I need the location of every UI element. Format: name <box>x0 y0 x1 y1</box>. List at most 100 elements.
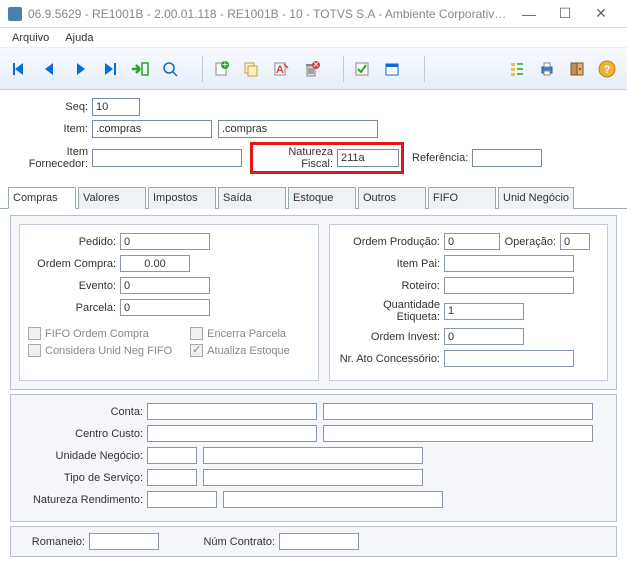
left-column: Pedido: Ordem Compra: Evento: Parcela: F… <box>19 224 319 381</box>
chk-fifo-ordem[interactable]: FIFO Ordem Compra <box>28 327 172 340</box>
tipo-serv-label: Tipo de Serviço: <box>19 472 147 484</box>
window-title: 06.9.5629 - RE1001B - 2.00.01.118 - RE10… <box>28 7 511 21</box>
panel-compras: Pedido: Ordem Compra: Evento: Parcela: F… <box>10 215 617 390</box>
nat-rend-input[interactable] <box>147 491 217 508</box>
ccusto-input[interactable] <box>147 425 317 442</box>
chk-considera-unid[interactable]: Considera Unid Neg FIFO <box>28 344 172 357</box>
tab-unid-negocio[interactable]: Unid Negócio <box>498 187 574 209</box>
checkbox-icon <box>28 344 41 357</box>
help-button[interactable]: ? <box>593 54 621 84</box>
roteiro-label: Roteiro: <box>338 280 444 292</box>
svg-text:?: ? <box>604 64 611 76</box>
item-fornec-input[interactable] <box>92 149 242 167</box>
first-button[interactable] <box>6 54 34 84</box>
ordem-compra-input[interactable] <box>120 255 190 272</box>
conta-label: Conta: <box>19 406 147 418</box>
panel-accounts: Conta: Centro Custo: Unidade Negócio: Ti… <box>10 394 617 522</box>
nat-fiscal-highlight: Natureza Fiscal: <box>250 142 404 174</box>
delete-button[interactable]: × <box>297 54 325 84</box>
exit-button[interactable] <box>563 54 591 84</box>
conta-input[interactable] <box>147 403 317 420</box>
go-button[interactable] <box>126 54 154 84</box>
unid-neg-input[interactable] <box>147 447 197 464</box>
nat-rend-label: Natureza Rendimento: <box>19 494 147 506</box>
conta-desc-input[interactable] <box>323 403 593 420</box>
chk-encerra-parcela[interactable]: Encerra Parcela <box>190 327 290 340</box>
parcela-input[interactable] <box>120 299 210 316</box>
ccusto-desc-input[interactable] <box>323 425 593 442</box>
menu-ajuda[interactable]: Ajuda <box>57 30 101 46</box>
menu-arquivo[interactable]: Arquivo <box>4 30 57 46</box>
tree-button[interactable] <box>503 54 531 84</box>
qtd-etiq-label: Quantidade Etiqueta: <box>338 299 444 323</box>
toolbar: + A × ? <box>0 48 627 90</box>
nat-rend-desc-input[interactable] <box>223 491 443 508</box>
pedido-input[interactable] <box>120 233 210 250</box>
edit-button[interactable]: A <box>267 54 295 84</box>
panel-footer: Romaneio: Núm Contrato: <box>10 526 617 557</box>
item-pai-input[interactable] <box>444 255 574 272</box>
roteiro-input[interactable] <box>444 277 574 294</box>
menubar: Arquivo Ajuda <box>0 28 627 48</box>
tipo-serv-input[interactable] <box>147 469 197 486</box>
confirm-button[interactable] <box>348 54 376 84</box>
unid-neg-desc-input[interactable] <box>203 447 423 464</box>
ordem-invest-input[interactable] <box>444 328 524 345</box>
svg-text:×: × <box>313 60 319 71</box>
tab-saida[interactable]: Saída <box>218 187 286 209</box>
ccusto-label: Centro Custo: <box>19 428 147 440</box>
item-fornec-label: Item Fornecedor: <box>10 146 92 170</box>
nr-ato-input[interactable] <box>444 350 574 367</box>
tab-impostos[interactable]: Impostos <box>148 187 216 209</box>
search-button[interactable] <box>156 54 184 84</box>
nr-ato-label: Nr. Ato Concessório: <box>338 353 444 365</box>
item-pai-label: Item Pai: <box>338 258 444 270</box>
num-contrato-label: Núm Contrato: <box>199 536 279 548</box>
ordem-prod-input[interactable] <box>444 233 500 250</box>
chk-atualiza-estoque[interactable]: Atualiza Estoque <box>190 344 290 357</box>
ordem-compra-label: Ordem Compra: <box>28 258 120 270</box>
app-icon <box>8 7 22 21</box>
item-desc-input[interactable] <box>218 120 378 138</box>
nat-fiscal-input[interactable] <box>337 149 399 167</box>
form-header: Seq: Item: Item Fornecedor: Natureza Fis… <box>0 90 627 184</box>
tabstrip: Compras Valores Impostos Saída Estoque O… <box>0 186 627 209</box>
operacao-label: Operação: <box>500 236 560 248</box>
evento-label: Evento: <box>28 280 120 292</box>
titlebar: 06.9.5629 - RE1001B - 2.00.01.118 - RE10… <box>0 0 627 28</box>
svg-text:+: + <box>222 60 228 71</box>
romaneio-input[interactable] <box>89 533 159 550</box>
maximize-button[interactable]: ☐ <box>547 2 583 26</box>
tipo-serv-desc-input[interactable] <box>203 469 423 486</box>
tab-outros[interactable]: Outros <box>358 187 426 209</box>
last-button[interactable] <box>96 54 124 84</box>
qtd-etiq-input[interactable] <box>444 303 524 320</box>
ordem-prod-label: Ordem Produção: <box>338 236 444 248</box>
new-button[interactable]: + <box>207 54 235 84</box>
num-contrato-input[interactable] <box>279 533 359 550</box>
close-button[interactable]: ✕ <box>583 2 619 26</box>
evento-input[interactable] <box>120 277 210 294</box>
prev-button[interactable] <box>36 54 64 84</box>
checkbox-icon <box>190 344 203 357</box>
nat-fiscal-label: Natureza Fiscal: <box>255 146 337 170</box>
tab-estoque[interactable]: Estoque <box>288 187 356 209</box>
copy-button[interactable] <box>237 54 265 84</box>
seq-input[interactable] <box>92 98 140 116</box>
parcela-label: Parcela: <box>28 302 120 314</box>
ordem-invest-label: Ordem Invest: <box>338 331 444 343</box>
calendar-button[interactable] <box>378 54 406 84</box>
svg-text:A: A <box>276 64 284 76</box>
tab-fifo[interactable]: FIFO <box>428 187 496 209</box>
next-button[interactable] <box>66 54 94 84</box>
pedido-label: Pedido: <box>28 236 120 248</box>
tab-compras[interactable]: Compras <box>8 187 76 209</box>
minimize-button[interactable]: — <box>511 2 547 26</box>
operacao-input[interactable] <box>560 233 590 250</box>
unid-neg-label: Unidade Negócio: <box>19 450 147 462</box>
referencia-input[interactable] <box>472 149 542 167</box>
tab-valores[interactable]: Valores <box>78 187 146 209</box>
right-column: Ordem Produção: Operação: Item Pai: Rote… <box>329 224 608 381</box>
print-button[interactable] <box>533 54 561 84</box>
item-input[interactable] <box>92 120 212 138</box>
